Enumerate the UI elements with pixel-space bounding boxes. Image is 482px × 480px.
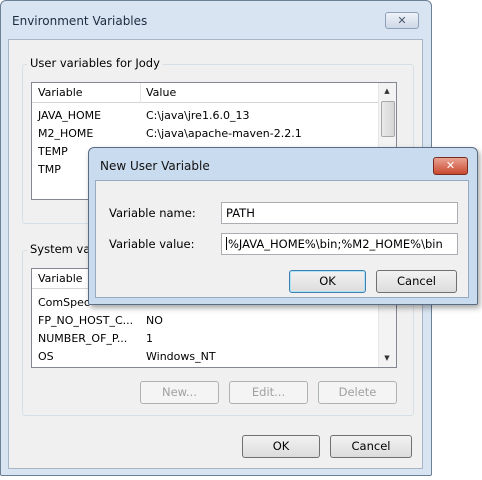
variable-name: JAVA_HOME xyxy=(38,109,102,122)
text-caret xyxy=(226,237,227,250)
new-button[interactable]: New... xyxy=(140,381,219,404)
variable-name: OS xyxy=(38,350,54,363)
column-header-value[interactable]: Value xyxy=(146,86,176,99)
dialog-ok-button[interactable]: OK xyxy=(289,270,366,293)
cancel-button[interactable]: Cancel xyxy=(330,435,412,458)
window-title: Environment Variables xyxy=(12,14,148,28)
user-variables-label: User variables for Jody xyxy=(27,56,163,70)
variable-value: Windows_NT xyxy=(146,350,216,363)
column-header-variable[interactable]: Variable xyxy=(38,86,83,99)
list-item[interactable]: FP_NO_HOST_C... NO xyxy=(32,312,374,330)
variable-value: C:\java\jre1.6.0_13 xyxy=(146,109,250,122)
variable-value-text: %JAVA_HOME%\bin;%M2_HOME%\bin xyxy=(228,237,443,251)
variable-name-field[interactable]: PATH xyxy=(221,202,458,224)
variable-name: FP_NO_HOST_C... xyxy=(38,314,134,327)
list-item[interactable]: NUMBER_OF_P... 1 xyxy=(32,330,374,348)
edit-button[interactable]: Edit... xyxy=(229,381,308,404)
column-header-variable[interactable]: Variable xyxy=(38,272,83,285)
scroll-up-icon[interactable]: ▲ xyxy=(379,84,395,98)
variable-value: C:\java\apache-maven-2.2.1 xyxy=(146,127,302,140)
dialog-cancel-button[interactable]: Cancel xyxy=(376,270,457,293)
scroll-thumb[interactable] xyxy=(381,101,395,137)
list-header: Variable Value xyxy=(32,83,380,103)
variable-name: NUMBER_OF_P... xyxy=(38,332,128,345)
list-item[interactable]: M2_HOME C:\java\apache-maven-2.2.1 xyxy=(32,125,374,143)
list-item[interactable]: JAVA_HOME C:\java\jre1.6.0_13 xyxy=(32,107,374,125)
variable-name: ComSpec xyxy=(38,296,90,309)
variable-value: 1 xyxy=(146,332,153,345)
column-divider[interactable] xyxy=(140,83,141,103)
ok-button[interactable]: OK xyxy=(242,435,320,458)
variable-value: NO xyxy=(146,314,163,327)
list-item[interactable]: OS Windows_NT xyxy=(32,348,374,366)
variable-name: TMP xyxy=(38,163,61,176)
variable-value-label: Variable value: xyxy=(109,237,195,251)
variable-value-field[interactable]: %JAVA_HOME%\bin;%M2_HOME%\bin xyxy=(221,233,458,255)
scroll-down-icon[interactable]: ▼ xyxy=(379,351,395,365)
close-icon[interactable]: ✕ xyxy=(433,157,468,175)
variable-name-text: PATH xyxy=(226,206,255,220)
variable-name: TEMP xyxy=(38,145,68,158)
dialog-title: New User Variable xyxy=(100,159,210,173)
delete-button[interactable]: Delete xyxy=(318,381,397,404)
variable-name: M2_HOME xyxy=(38,127,94,140)
variable-name-label: Variable name: xyxy=(109,206,196,220)
close-icon[interactable]: ✕ xyxy=(385,12,419,29)
